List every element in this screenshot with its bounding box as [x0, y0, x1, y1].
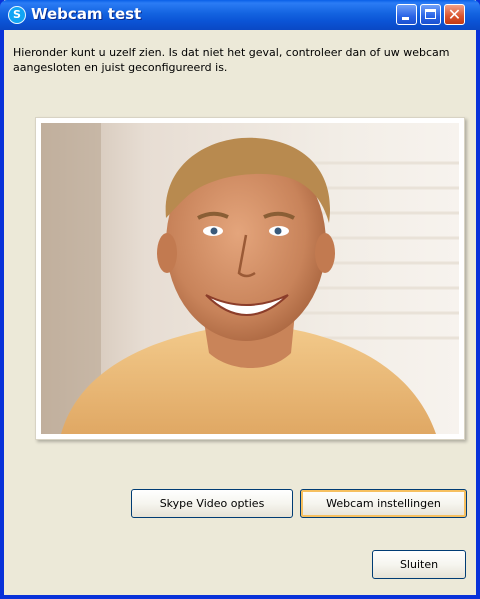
- title-bar[interactable]: S Webcam test ✕: [0, 0, 480, 30]
- maximize-icon: [425, 9, 436, 19]
- minimize-button[interactable]: [396, 4, 417, 25]
- close-icon: ✕: [447, 5, 462, 24]
- webcam-test-window: S Webcam test ✕ Hieronder kunt u uzelf z…: [0, 0, 480, 599]
- window-title: Webcam test: [31, 5, 142, 23]
- intro-text: Hieronder kunt u uzelf zien. Is dat niet…: [13, 46, 450, 74]
- maximize-button[interactable]: [420, 4, 441, 25]
- skype-video-options-button[interactable]: Skype Video opties: [131, 489, 293, 518]
- minimize-icon: [402, 17, 409, 20]
- webcam-preview: [35, 117, 465, 440]
- webcam-video-image: [41, 123, 459, 434]
- close-button[interactable]: Sluiten: [372, 550, 466, 579]
- close-window-button[interactable]: ✕: [444, 4, 465, 25]
- skype-icon[interactable]: S: [8, 6, 26, 24]
- webcam-settings-button[interactable]: Webcam instellingen: [300, 489, 467, 518]
